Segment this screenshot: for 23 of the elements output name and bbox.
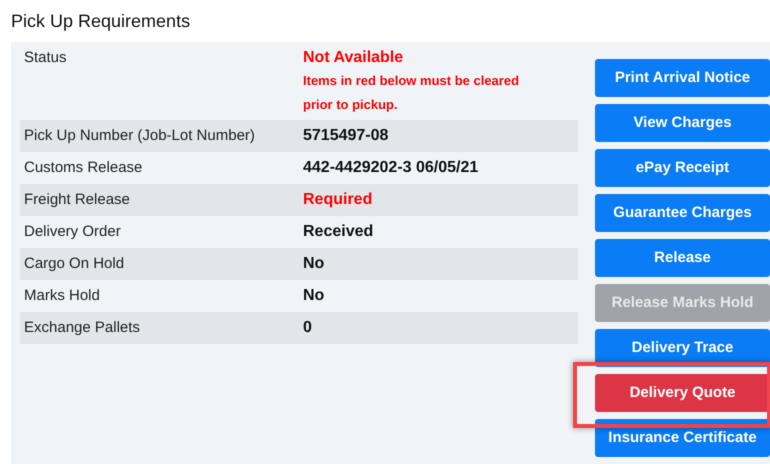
field-value: Received [303, 222, 374, 242]
action-button[interactable]: View Charges [595, 104, 770, 142]
field-value: No [303, 286, 324, 306]
section-title: Pick Up Requirements [11, 10, 190, 33]
status-value: Not Available [303, 48, 404, 68]
field-value: 0 [303, 318, 312, 338]
field-label: Delivery Order [24, 223, 121, 240]
field-value: 5715497-08 [303, 126, 388, 146]
action-button[interactable]: Print Arrival Notice [595, 59, 770, 97]
field-label: Freight Release [24, 191, 130, 208]
field-value: Required [303, 190, 372, 210]
field-label: Pick Up Number (Job-Lot Number) [24, 127, 255, 144]
field-label: Marks Hold [24, 287, 100, 304]
action-button[interactable]: Release [595, 239, 770, 277]
field-value: No [303, 254, 324, 274]
field-label: Customs Release [24, 159, 142, 176]
field-value: 442-4429202-3 06/05/21 [303, 158, 478, 178]
action-button[interactable]: Guarantee Charges [595, 194, 770, 232]
field-label: Cargo On Hold [24, 255, 124, 272]
status-note: Items in red below must be cleared prior to pickup. [303, 72, 520, 114]
field-label: Exchange Pallets [24, 319, 140, 336]
action-button[interactable]: ePay Receipt [595, 149, 770, 187]
field-label: Status [24, 49, 67, 66]
